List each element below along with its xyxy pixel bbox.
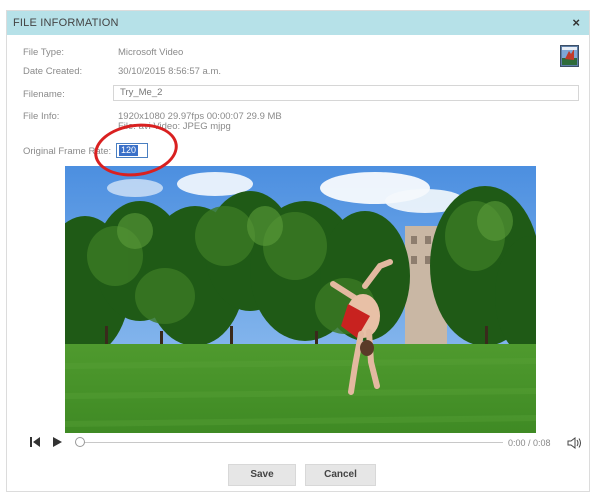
dialog-title: FILE INFORMATION xyxy=(13,17,119,29)
player-controls: 0:00 / 0:08 xyxy=(25,435,585,451)
save-button[interactable]: Save xyxy=(228,464,296,486)
skip-back-icon[interactable] xyxy=(29,435,41,449)
seek-handle[interactable] xyxy=(75,437,85,447)
file-type-value: Microsoft Video xyxy=(118,47,184,58)
filename-field[interactable]: Try_Me_2 xyxy=(113,85,579,101)
date-created-label: Date Created: xyxy=(23,66,83,77)
play-icon[interactable] xyxy=(51,435,63,449)
cancel-button[interactable]: Cancel xyxy=(305,464,376,486)
video-preview[interactable] xyxy=(65,166,536,433)
file-info-label: File Info: xyxy=(23,111,60,122)
filename-label: Filename: xyxy=(23,89,65,100)
file-information-dialog: FILE INFORMATION × File Type: Microsoft … xyxy=(6,10,590,492)
volume-icon[interactable] xyxy=(567,436,583,450)
dialog-titlebar: FILE INFORMATION × xyxy=(7,11,589,35)
date-created-value: 30/10/2015 8:56:57 a.m. xyxy=(118,66,221,77)
close-icon[interactable]: × xyxy=(572,15,580,30)
seek-bar[interactable] xyxy=(79,442,503,443)
time-display: 0:00 / 0:08 xyxy=(508,438,551,448)
file-type-label: File Type: xyxy=(23,47,65,58)
file-thumbnail-icon xyxy=(560,45,579,67)
